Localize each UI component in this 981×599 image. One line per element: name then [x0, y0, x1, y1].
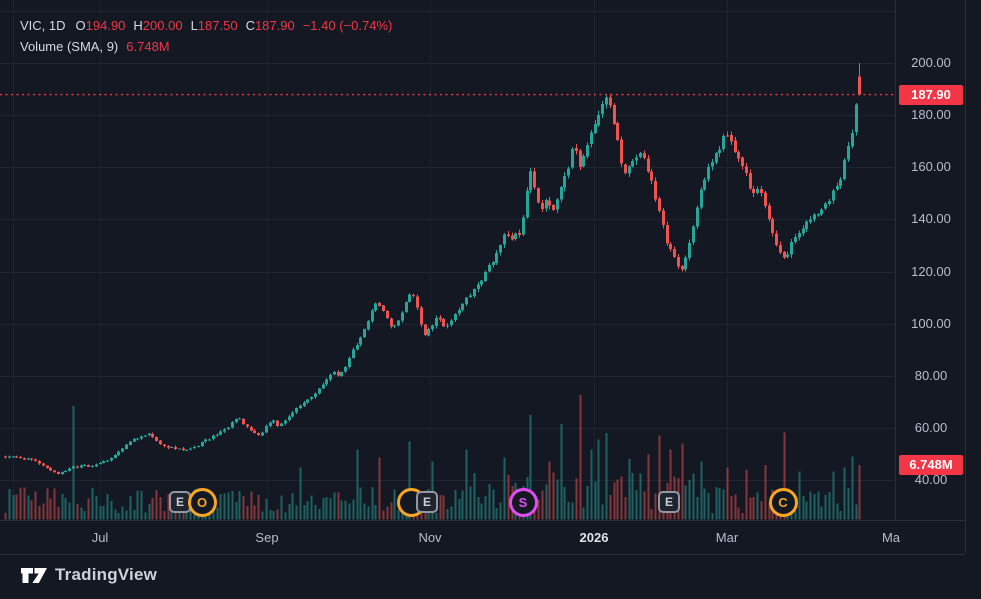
- high-value: 200.00: [143, 15, 183, 36]
- close-label: C: [246, 15, 255, 36]
- axis-right-border: [965, 0, 966, 553]
- legend: VIC, 1D O194.90 H200.00 L187.50 C187.90 …: [20, 15, 392, 57]
- time-axis-tick-sep: Sep: [227, 521, 307, 554]
- event-markers-layer: EOESEC: [0, 0, 895, 520]
- open-value: 194.90: [86, 15, 126, 36]
- low-label: L: [191, 15, 198, 36]
- close-value: 187.90: [255, 15, 295, 36]
- event-marker-E[interactable]: E: [416, 491, 438, 513]
- price-axis-tick: 60.00: [896, 419, 966, 437]
- price-axis-tick: 200.00: [896, 54, 966, 72]
- price-axis-tick: 180.00: [896, 106, 966, 124]
- tradingview-logo-icon: [20, 567, 48, 584]
- tradingview-logo[interactable]: TradingView: [20, 565, 157, 585]
- volume-sma-value: 6.748M: [126, 36, 169, 57]
- event-marker-E[interactable]: E: [658, 491, 680, 513]
- time-axis-tick-mar: Mar: [687, 521, 767, 554]
- price-axis-tick: 80.00: [896, 367, 966, 385]
- price-axis[interactable]: 200.00 180.00 160.00 140.00 120.00 100.00 80.0…: [895, 0, 966, 520]
- legend-ohlc-row: VIC, 1D O194.90 H200.00 L187.50 C187.90 …: [20, 15, 392, 36]
- event-marker-C[interactable]: C: [769, 488, 798, 517]
- symbol-title[interactable]: VIC, 1D: [20, 15, 66, 36]
- change-value: −1.40 (−0.74%): [303, 15, 393, 36]
- price-axis-tick: 160.00: [896, 158, 966, 176]
- event-marker-O[interactable]: O: [188, 488, 217, 517]
- low-value: 187.50: [198, 15, 238, 36]
- time-axis-tick-nov: Nov: [390, 521, 470, 554]
- high-label: H: [133, 15, 142, 36]
- legend-volume-row: Volume (SMA, 9) 6.748M: [20, 36, 392, 57]
- price-axis-tick: 140.00: [896, 210, 966, 228]
- time-axis-tick-ma: Ma: [851, 521, 931, 554]
- event-marker-S[interactable]: S: [509, 488, 538, 517]
- price-axis-tick: 120.00: [896, 263, 966, 281]
- volume-sma-badge: 6.748M: [899, 455, 963, 475]
- last-price-badge: 187.90: [899, 85, 963, 105]
- time-axis-tick-jul: Jul: [60, 521, 140, 554]
- price-axis-tick: 100.00: [896, 315, 966, 333]
- open-label: O: [76, 15, 86, 36]
- tradingview-chart-widget: EOESEC VIC, 1D O194.90 H200.00 L187.50 C…: [0, 0, 981, 599]
- tradingview-logo-text: TradingView: [55, 565, 157, 585]
- time-axis[interactable]: Jul Sep Nov 2026 Mar Ma: [0, 520, 965, 555]
- volume-study-title[interactable]: Volume (SMA, 9): [20, 36, 118, 57]
- time-axis-tick-2026: 2026: [554, 521, 634, 554]
